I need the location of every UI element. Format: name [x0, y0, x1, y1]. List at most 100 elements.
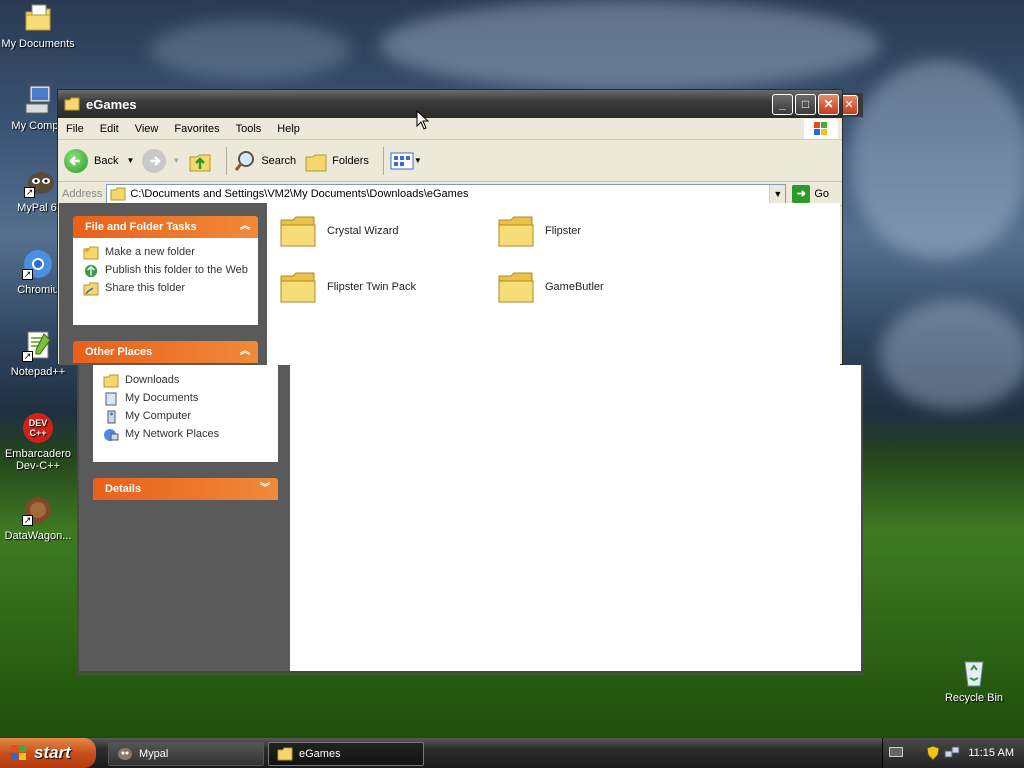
close-button[interactable]: ✕	[818, 94, 839, 115]
up-folder-icon	[189, 154, 211, 171]
system-tray: 11:15 AM	[882, 738, 1024, 768]
folder-item[interactable]: Crystal Wizard	[279, 214, 399, 248]
place-label: My Computer	[125, 410, 192, 422]
toolbar-separator	[226, 146, 228, 175]
explorer-window: ✕ eGames _ □ ✕ File Edit View Favorites …	[57, 89, 863, 675]
menu-help[interactable]: Help	[269, 123, 308, 135]
collapse-chevron-icon[interactable]: ︽	[240, 341, 250, 363]
my-documents-icon	[22, 2, 54, 34]
task-label: eGames	[299, 748, 341, 760]
taskbar-item-egames[interactable]: eGames	[268, 742, 424, 766]
recycle-bin-icon	[958, 656, 990, 688]
toolbar-separator	[382, 146, 384, 175]
place-my-computer[interactable]: My Computer	[103, 410, 268, 424]
taskbar-item-mypal[interactable]: Mypal	[108, 742, 264, 766]
panel-title: Other Places	[85, 346, 153, 358]
go-button[interactable]: ➜ Go	[792, 184, 830, 203]
shortcut-arrow-icon: ↗	[22, 351, 33, 362]
details-panel: Details ︾	[93, 478, 278, 500]
new-folder-icon	[83, 246, 99, 260]
folder-view-lower	[290, 365, 861, 671]
menu-favorites[interactable]: Favorites	[166, 123, 227, 135]
task-share-folder[interactable]: Share this folder	[83, 282, 248, 296]
shortcut-arrow-icon: ↗	[24, 187, 35, 198]
address-field[interactable]: C:\Documents and Settings\VM2\My Documen…	[106, 183, 787, 204]
panel-title: File and Folder Tasks	[85, 221, 197, 233]
datawagon-icon: ↗	[22, 494, 54, 526]
place-label: Downloads	[125, 374, 180, 386]
task-make-new-folder[interactable]: Make a new folder	[83, 246, 248, 260]
publish-web-icon	[84, 264, 98, 278]
details-header[interactable]: Details ︾	[93, 478, 278, 500]
svg-text:C++: C++	[29, 428, 46, 438]
start-button[interactable]: start	[0, 738, 96, 768]
panel-title: Details	[105, 483, 142, 495]
desktop-icon-label: Recycle Bin	[944, 692, 1004, 704]
menu-tools[interactable]: Tools	[228, 123, 270, 135]
folders-label: Folders	[332, 154, 369, 167]
back-dropdown-icon[interactable]: ▼	[126, 156, 134, 165]
folders-button[interactable]: Folders	[304, 149, 369, 173]
task-publish-folder[interactable]: Publish this folder to the Web	[83, 264, 248, 278]
forward-dropdown-icon[interactable]: ▼	[172, 156, 180, 165]
file-folder-tasks-header[interactable]: File and Folder Tasks ︽	[73, 216, 258, 238]
folder-icon	[280, 272, 316, 303]
security-shield-icon[interactable]	[926, 745, 940, 761]
folder-label: Flipster	[545, 225, 582, 237]
menu-bar: File Edit View Favorites Tools Help	[58, 118, 842, 140]
other-places-header[interactable]: Other Places ︽	[73, 341, 258, 363]
devcpp-icon: DEV C++	[22, 412, 54, 444]
window-title: eGames	[86, 96, 137, 112]
maximize-button[interactable]: □	[795, 94, 816, 115]
go-label: Go	[814, 187, 830, 200]
back-button[interactable]: Back ▼	[64, 148, 134, 173]
address-dropdown-icon[interactable]: ▼	[769, 184, 786, 203]
menu-view[interactable]: View	[127, 123, 167, 135]
desktop-icon-recycle-bin[interactable]: Recycle Bin	[936, 656, 1012, 704]
desktop-icon-label: My Documents	[1, 38, 75, 50]
place-label: My Documents	[125, 392, 199, 404]
folder-icon	[498, 272, 534, 303]
views-button[interactable]: ▼	[390, 151, 422, 171]
windows-logo-icon	[804, 119, 838, 139]
keyboard-icon[interactable]	[889, 747, 903, 757]
network-icon[interactable]	[944, 745, 960, 761]
file-folder-tasks-body: Make a new folder Publish this folder to…	[73, 238, 258, 325]
share-folder-icon	[83, 282, 99, 296]
minimize-button[interactable]: _	[772, 94, 793, 115]
my-computer-icon	[107, 410, 116, 424]
place-downloads[interactable]: Downloads	[103, 374, 268, 388]
back-arrow-icon	[64, 148, 88, 173]
search-label: Search	[261, 154, 297, 167]
search-button[interactable]: Search	[233, 149, 296, 173]
title-bar[interactable]: eGames _ □ ✕	[58, 90, 842, 118]
folder-item[interactable]: GameButler	[497, 270, 604, 304]
views-icon	[390, 152, 414, 169]
expand-chevron-icon[interactable]: ︾	[260, 478, 270, 500]
address-label: Address	[62, 187, 103, 200]
desktop-icon-my-documents[interactable]: My Documents	[0, 2, 76, 50]
folders-icon	[305, 154, 327, 171]
place-my-documents[interactable]: My Documents	[103, 392, 268, 406]
my-documents-icon	[105, 392, 117, 406]
folder-icon	[110, 187, 126, 200]
folder-item[interactable]: Flipster Twin Pack	[279, 270, 416, 304]
clock[interactable]: 11:15 AM	[968, 747, 1014, 759]
go-arrow-icon: ➜	[792, 184, 811, 203]
menu-file[interactable]: File	[58, 123, 92, 135]
collapse-chevron-icon[interactable]: ︽	[240, 216, 250, 238]
other-places-body-panel: Downloads My Documents My Computer My Ne…	[93, 365, 278, 462]
toolbar: Back ▼ ▼ Search Folders ▼	[58, 140, 842, 182]
mypal-icon: ↗	[24, 166, 56, 198]
my-computer-icon	[22, 84, 54, 116]
mouse-cursor-icon	[416, 110, 430, 130]
folder-icon	[498, 216, 534, 247]
folder-icon	[277, 747, 293, 761]
menu-edit[interactable]: Edit	[92, 123, 127, 135]
place-my-network-places[interactable]: My Network Places	[103, 428, 268, 442]
up-folder-button[interactable]	[188, 149, 212, 173]
task-label: Mypal	[139, 748, 169, 760]
forward-button[interactable]: ▼	[142, 148, 180, 173]
folder-item[interactable]: Flipster	[497, 214, 581, 248]
folder-icon	[103, 374, 119, 388]
